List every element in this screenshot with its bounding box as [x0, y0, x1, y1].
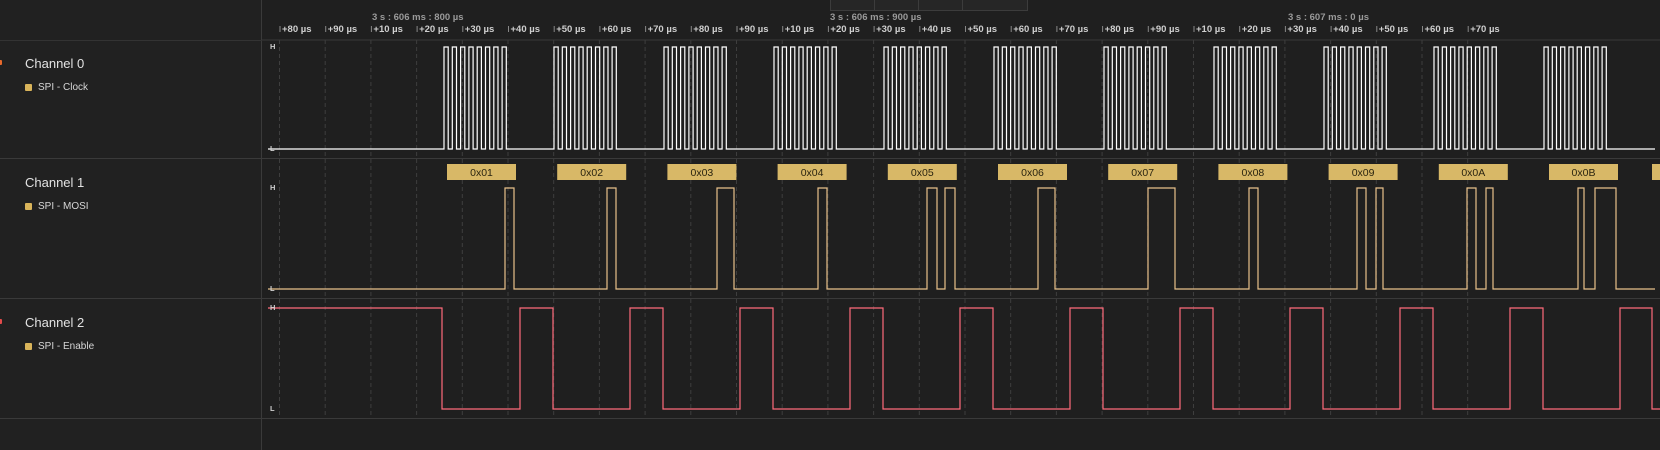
channel-2-waveform [268, 307, 1660, 410]
decoded-byte-label: 0x05 [911, 167, 934, 179]
level-low-label: L [270, 404, 275, 413]
timeline-tick-label: +80 µs [282, 24, 312, 35]
timeline-tick-label: +90 µs [328, 24, 358, 35]
decoded-byte-box [1652, 164, 1660, 180]
level-high-label: H [270, 303, 275, 312]
channel-1-waveform [268, 187, 1655, 290]
channel-2-name: Channel 2 [25, 315, 85, 330]
channel-0-color-marker [0, 60, 2, 65]
timeline-tick-label: +20 µs [419, 24, 449, 35]
level-low-label: L [270, 144, 275, 153]
timeline-tick-label: +90 µs [739, 24, 769, 35]
decoded-byte-label: 0x08 [1242, 167, 1265, 179]
channel-sidebar: Channel 0 SPI - Clock Channel 1 SPI - MO… [0, 0, 262, 450]
timeline-tick-label: +10 µs [1196, 24, 1226, 35]
channel-1-label[interactable]: Channel 1 SPI - MOSI [0, 159, 262, 277]
timeline-tick-label: +40 µs [922, 24, 952, 35]
decoded-byte-label: 0x01 [470, 167, 493, 179]
timeline-tick-label: +60 µs [1013, 24, 1043, 35]
waveform-area[interactable]: +80 µs +90 µs +10 µs +20 µs +30 µs +40 µs +50 … [262, 0, 1660, 450]
timeline-tick-label: +80 µs [1105, 24, 1135, 35]
channel-2-analyzer[interactable]: SPI - Enable [25, 341, 94, 352]
sidebar-header [0, 0, 262, 41]
channel-2-analyzer-label: SPI - Enable [38, 341, 95, 352]
level-high-label: H [270, 42, 275, 51]
timeline-tick-label: +20 µs [830, 24, 860, 35]
timeline-timestamp: 3 s : 606 ms : 900 µs [830, 12, 922, 23]
channel-1-analyzer[interactable]: SPI - MOSI [25, 201, 89, 212]
timeline-tick-label: +50 µs [556, 24, 586, 35]
decoded-byte-label: 0x0B [1572, 167, 1596, 179]
decoded-byte-label: 0x04 [801, 167, 824, 179]
channel-0-analyzer[interactable]: SPI - Clock [25, 82, 88, 93]
decoded-byte-label: 0x0A [1461, 167, 1485, 179]
channel-1-analyzer-label: SPI - MOSI [38, 201, 89, 212]
timeline-tick-label: +40 µs [1333, 24, 1363, 35]
decoded-byte-label: 0x03 [691, 167, 714, 179]
channel-0-label[interactable]: Channel 0 SPI - Clock [0, 40, 262, 158]
analyzer-dot-icon [25, 343, 32, 350]
channel-0-name: Channel 0 [25, 56, 85, 71]
timeline-tick-label: +30 µs [876, 24, 906, 35]
timeline-tick-label: +60 µs [602, 24, 632, 35]
level-low-label: L [270, 284, 275, 293]
analyzer-dot-icon [25, 203, 32, 210]
timeline-tick-label: +10 µs [373, 24, 403, 35]
decoded-byte-label: 0x02 [580, 167, 603, 179]
timeline-tick-label: +80 µs [693, 24, 723, 35]
channel-2-color-marker [0, 319, 2, 324]
channel-0-waveform [268, 46, 1655, 150]
channel-2-label[interactable]: Channel 2 SPI - Enable [0, 299, 262, 417]
decoded-byte-label: 0x09 [1352, 167, 1375, 179]
channel-0-analyzer-label: SPI - Clock [38, 82, 89, 93]
timeline-tick-label: +70 µs [648, 24, 678, 35]
timeline-tick-label: +70 µs [1059, 24, 1089, 35]
channel-1-name: Channel 1 [25, 175, 85, 190]
timeline-timestamp: 3 s : 607 ms : 0 µs [1288, 12, 1369, 23]
timeline-tick-label: +10 µs [785, 24, 815, 35]
decoded-byte-label: 0x06 [1021, 167, 1044, 179]
logic-analyzer-window: Channel 0 SPI - Clock Channel 1 SPI - MO… [0, 0, 1660, 450]
timeline-tick-label: +50 µs [1379, 24, 1409, 35]
timeline-tick-label: +50 µs [968, 24, 998, 35]
timeline-timestamp: 3 s : 606 ms : 800 µs [372, 12, 464, 23]
timeline-tick-label: +70 µs [1470, 24, 1500, 35]
timeline-tick-label: +90 µs [1150, 24, 1180, 35]
timeline-tick-label: +60 µs [1425, 24, 1455, 35]
analyzer-dot-icon [25, 84, 32, 91]
timeline-tick-label: +20 µs [1242, 24, 1272, 35]
level-high-label: H [270, 183, 275, 192]
decoded-byte-label: 0x07 [1131, 167, 1154, 179]
timeline-tick-label: +30 µs [465, 24, 495, 35]
timeline-tick-label: +30 µs [1287, 24, 1317, 35]
timeline-tick-label: +40 µs [511, 24, 541, 35]
